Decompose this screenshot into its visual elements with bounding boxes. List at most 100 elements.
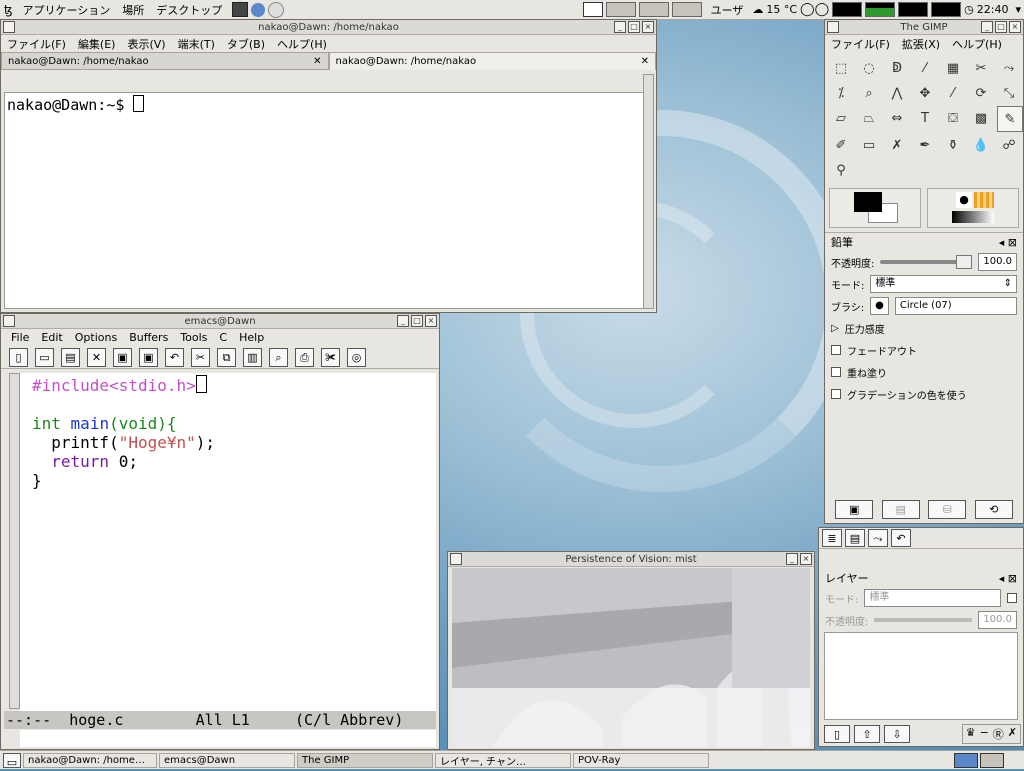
delete-options-icon[interactable]: ⛁ [928,500,967,519]
workspace-2[interactable] [605,2,636,17]
minimize-icon[interactable]: _ [786,553,798,565]
raise-layer-icon[interactable]: ⇧ [854,725,880,743]
expander-arrow-icon[interactable]: ▷ [831,323,839,334]
window-menu-icon[interactable] [3,21,15,33]
close-buffer-icon[interactable]: ✕ [87,347,106,367]
emacs-editor[interactable]: #include<stdio.h> int main(void){ printf… [20,373,436,711]
tab-1[interactable]: nakao@Dawn: /home/nakao ✕ [1,52,329,70]
panel-arrow-icon[interactable]: ▾ [1015,3,1024,16]
tab-2[interactable]: nakao@Dawn: /home/nakao ✕ [328,52,656,70]
task-povray[interactable]: POV-Ray [573,752,709,768]
workspace-switcher-icon[interactable] [582,2,603,17]
terminal-scrollbar[interactable] [643,74,654,309]
fuzzy-select-icon[interactable]: ⁄ [913,56,937,80]
zoom-icon[interactable]: ⌕ [857,81,881,105]
blend-icon[interactable]: ▩ [969,106,993,130]
menu-file[interactable]: ファイル(F) [1,36,72,52]
close-icon[interactable]: × [642,21,654,33]
close-icon[interactable]: × [425,315,437,327]
reset-options-icon[interactable]: ⟲ [974,500,1013,519]
flip-icon[interactable]: ⇔ [885,106,909,130]
workspace-3[interactable] [638,2,669,17]
save-icon[interactable]: ▣ [113,347,132,367]
applications-menu[interactable]: アプリケーション [17,2,117,18]
menu-file[interactable]: File [5,331,35,344]
places-menu[interactable]: 場所 [116,2,150,18]
rotate-icon[interactable]: ⟳ [969,81,993,105]
emacs-titlebar[interactable]: emacs@Dawn _ □ × [1,314,439,329]
registered-icon[interactable]: Ⓡ [993,726,1004,742]
menu-c[interactable]: C [213,331,233,344]
dodge-burn-icon[interactable]: ⚲ [829,158,853,182]
tools-icon[interactable]: ✗ [1008,726,1017,742]
pressure-row[interactable]: ▷ 圧力感度 [825,317,1023,339]
text-icon[interactable]: T [913,106,937,130]
maximize-icon[interactable]: □ [411,315,423,327]
terminal-launcher-icon[interactable] [232,2,249,17]
paste-icon[interactable]: ▥ [243,347,262,367]
workspace-4[interactable] [671,2,702,17]
emacs-scrollbar[interactable] [9,373,20,709]
crown-icon[interactable]: ♛ [966,726,976,742]
workspace-pager-1[interactable] [954,752,978,768]
mail-launcher-icon[interactable] [268,1,285,18]
new-file-icon[interactable]: ▯ [9,347,28,367]
color-picker-icon[interactable]: ⁒ [829,81,853,105]
weather-temp[interactable]: 15 °C [766,3,797,16]
color-select-icon[interactable]: ▦ [941,56,965,80]
layers-list[interactable] [824,632,1018,720]
maximize-icon[interactable]: □ [995,21,1007,33]
show-desktop-icon[interactable]: ▭ [3,752,21,769]
povray-titlebar[interactable]: Persistence of Vision: mist _ × [448,552,814,567]
task-layers[interactable]: レイヤー, チャン… [435,752,571,768]
perspective-icon[interactable]: ⏢ [857,106,881,130]
emacs-minibuffer[interactable] [20,730,436,747]
minimize-icon[interactable]: _ [614,21,626,33]
menu-options[interactable]: Options [69,331,123,344]
gradient-preview[interactable] [952,211,994,223]
pencil-icon[interactable]: ✎ [997,106,1023,132]
menu-view[interactable]: 表示(V) [121,36,171,52]
layers-opacity-slider[interactable] [874,618,973,622]
menu-help[interactable]: ヘルプ(H) [271,36,333,52]
menu-edit[interactable]: 編集(E) [72,36,122,52]
save-as-icon[interactable]: ▣ [139,347,158,367]
keep-transparency-checkbox[interactable] [1007,593,1017,603]
tab-close-icon[interactable]: ✕ [313,56,321,67]
clock[interactable]: 22:40 [977,3,1013,16]
menu-edit[interactable]: Edit [35,331,68,344]
tool-options-controls[interactable]: ◂ ⊠ [999,236,1017,249]
smudge-icon[interactable]: ☍ [997,133,1021,157]
maximize-icon[interactable]: □ [628,21,640,33]
menu-extensions[interactable]: 拡張(X) [896,36,946,52]
move-icon[interactable]: ✥ [913,81,937,105]
debian-logo-icon[interactable]: ꜩ [0,3,17,17]
gradient-row[interactable]: グラデーションの色を使う [825,383,1023,405]
restore-options-icon[interactable]: ▤ [881,500,920,519]
undo-icon[interactable]: ↶ [165,347,184,367]
tab-close-icon[interactable]: ✕ [641,56,649,67]
overlay-row[interactable]: 重ね塗り [825,361,1023,383]
paths-icon[interactable]: ⤳ [997,56,1021,80]
menu-terminal[interactable]: 端末(T) [172,36,221,52]
workspace-pager-2[interactable] [980,752,1004,768]
menu-file[interactable]: ファイル(F) [825,36,896,52]
close-icon[interactable]: × [1009,21,1021,33]
menu-tools[interactable]: Tools [174,331,213,344]
airbrush-icon[interactable]: ✗ [885,133,909,157]
preferences-icon[interactable]: ✀ [321,347,340,367]
gradient-checkbox[interactable] [831,389,841,399]
scale-icon[interactable]: ⤡ [997,81,1021,105]
open-dired-icon[interactable]: ▤ [61,347,80,367]
print-icon[interactable]: ⎙ [295,347,314,367]
terminal-output[interactable]: nakao@Dawn:~$ [4,92,644,309]
paths-tab-icon[interactable]: ⤳ [868,529,888,547]
task-gimp[interactable]: The GIMP [297,752,433,768]
free-select-icon[interactable]: ↁ [885,56,909,80]
shear-icon[interactable]: ▱ [829,106,853,130]
blur-icon[interactable]: 💧 [969,133,993,157]
layers-opacity-value[interactable]: 100.0 [978,611,1017,629]
undo-tab-icon[interactable]: ↶ [891,529,911,547]
window-menu-icon[interactable] [3,315,15,327]
crop-icon[interactable]: ⁄ [941,81,965,105]
